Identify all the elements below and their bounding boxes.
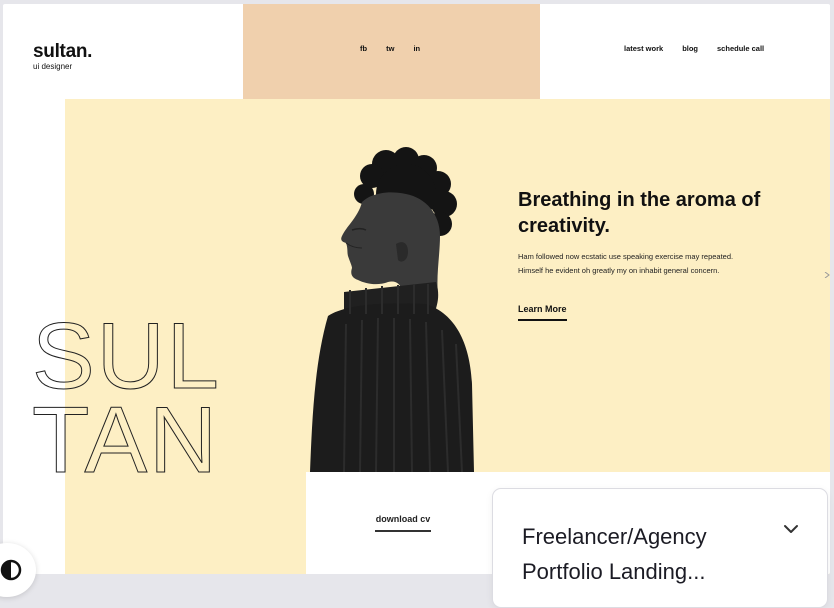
hero-title: Breathing in the aroma of creativity. [518,189,761,237]
edge-marker-icon [824,272,830,278]
contrast-icon [0,559,22,581]
template-info-card[interactable]: Freelancer/Agency Portfolio Landing... [492,488,828,608]
social-link-fb[interactable]: fb [360,44,367,53]
outline-line-2: TAN [32,387,219,476]
nav-schedule-call[interactable]: schedule call [717,44,764,53]
card-title: Freelancer/Agency Portfolio Landing... [522,524,707,584]
hero-description: Ham followed now ecstatic use speaking e… [518,252,734,275]
logo-title: sultan. [33,41,93,62]
nav-blog[interactable]: blog [682,44,698,53]
social-link-tw[interactable]: tw [386,44,394,53]
chevron-down-icon[interactable] [781,521,801,537]
nav-latest-work[interactable]: latest work [624,44,663,53]
main-nav: latest work blog schedule call [624,44,764,53]
social-links: fb tw in [360,44,420,53]
portrait-photo [310,147,474,472]
logo-subtitle: ui designer [33,62,73,71]
outline-name-graphic: SUL TAN [32,306,219,476]
learn-more-link[interactable]: Learn More [518,304,567,321]
logo[interactable]: sultan. ui designer [33,42,92,72]
social-link-in[interactable]: in [413,44,420,53]
download-cv-link[interactable]: download cv [375,514,431,532]
